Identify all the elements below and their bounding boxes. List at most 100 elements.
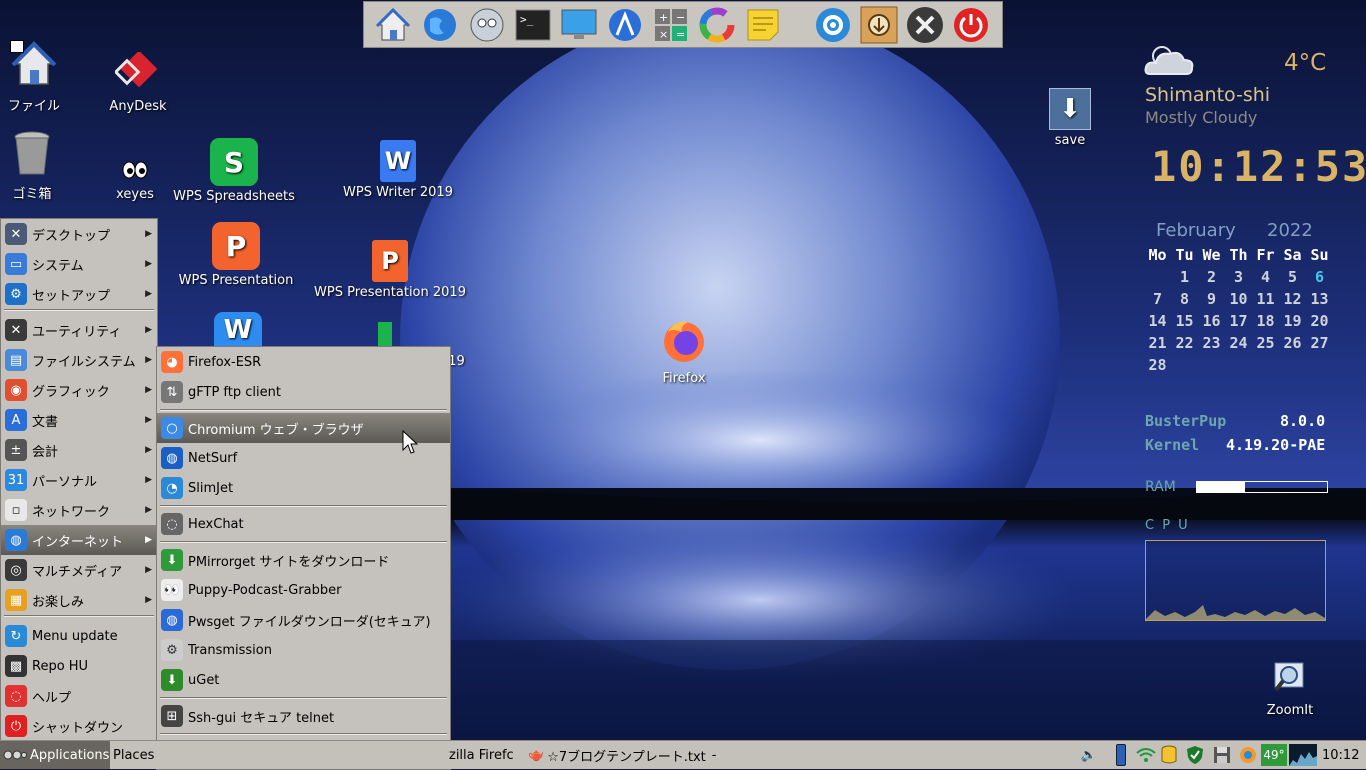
submenu-arrow-icon: ▶: [145, 595, 152, 605]
submenu-item-podcast-grabber[interactable]: 👀 Puppy-Podcast-Grabber: [157, 575, 450, 605]
tools-launcher-button[interactable]: [906, 6, 944, 44]
database-icon[interactable]: [1158, 744, 1180, 766]
taskbar-task-text-file[interactable]: 🫖 ☆7ブログテンプレート.txt -: [528, 744, 728, 766]
menu-item-games[interactable]: ▦ お楽しみ ▶: [1, 585, 157, 615]
corner-mini-icon: [10, 40, 24, 53]
home-launcher-button[interactable]: [374, 6, 412, 44]
hexchat-icon: ◌: [161, 513, 183, 535]
calendar-weekday: Mo: [1148, 246, 1167, 264]
color-icon[interactable]: [1237, 744, 1259, 766]
menu-item-desktop[interactable]: ✕ デスクトップ ▶: [1, 219, 157, 249]
menu-item-label: ユーティリティ: [32, 324, 122, 340]
menu-item-utilities[interactable]: ✕ ユーティリティ ▶: [1, 315, 157, 345]
svg-text:×: ×: [659, 28, 668, 41]
anydesk-icon: [113, 50, 158, 88]
calendar-day: [1144, 266, 1171, 288]
submenu-arrow-icon: ▶: [145, 415, 152, 425]
desktop-icon-label: ファイル: [7, 99, 60, 114]
terminal-launcher-button[interactable]: >_: [514, 6, 552, 44]
menu-item-label: HexChat: [188, 516, 244, 532]
calendar-day: 18: [1256, 312, 1275, 330]
taskbar-clock[interactable]: 10:12: [1322, 744, 1359, 766]
installer-icon: [860, 6, 898, 44]
menu-item-label: マルチメディア: [32, 564, 123, 580]
graphics-launcher-button[interactable]: [698, 6, 736, 44]
places-menu-button[interactable]: Places: [113, 744, 154, 766]
menu-item-help[interactable]: ◌ ヘルプ: [1, 681, 157, 711]
calculator-launcher-button[interactable]: + − × =: [652, 6, 690, 44]
desktop-icon-zoomit[interactable]: ZoomIt: [1260, 660, 1320, 718]
calendar-weekday: Fr: [1256, 246, 1275, 264]
notes-launcher-button[interactable]: [744, 6, 782, 44]
submenu-item-slimjet[interactable]: ◔ SlimJet: [157, 473, 450, 503]
svg-text:=: =: [676, 28, 685, 41]
menu-item-system[interactable]: ▭ システム ▶: [1, 249, 157, 279]
slimjet-icon: ◔: [161, 477, 183, 499]
menu-item-personal[interactable]: 31 パーソナル ▶: [1, 465, 157, 495]
installer-launcher-button[interactable]: [860, 6, 898, 44]
calendar-weekday: Th: [1229, 246, 1248, 264]
network-icon: ▫: [5, 499, 27, 521]
usb-drive-icon[interactable]: [1110, 744, 1132, 766]
download-arrow-icon: ⬇: [1049, 88, 1091, 130]
desktop-icon-label: xeyes: [116, 187, 154, 202]
submenu-item-ssh-gui[interactable]: ⊞ Ssh-gui セキュア telnet: [157, 701, 450, 731]
submenu-item-hexchat[interactable]: ◌ HexChat: [157, 509, 450, 539]
submenu-item-pmirrorget[interactable]: ⬇ PMirrorget サイトをダウンロード: [157, 545, 450, 575]
monitor-launcher-button[interactable]: [560, 6, 598, 44]
desktop-icon-xeyes[interactable]: xeyes: [110, 160, 160, 202]
submenu-item-gftp[interactable]: ⇅ gFTP ftp client: [157, 377, 450, 407]
menu-item-shutdown[interactable]: ⏻ シャットダウン: [1, 711, 157, 741]
submenu-item-uget[interactable]: ⬇ uGet: [157, 665, 450, 695]
volume-icon[interactable]: 🔈: [1078, 744, 1100, 766]
desktop-icon-anydesk[interactable]: AnyDesk: [105, 50, 171, 114]
menu-item-finance[interactable]: ± 会計 ▶: [1, 435, 157, 465]
desktop-icon-wps-spreadsheets[interactable]: S WPS Spreadsheets: [170, 138, 298, 204]
ram-label: RAM: [1145, 479, 1176, 495]
calendar-month: February: [1156, 220, 1236, 241]
menu-item-label: ネットワーク: [32, 504, 111, 520]
desktop-icon-trash[interactable]: ゴミ箱: [4, 130, 60, 202]
cpu-temperature: 49°: [1261, 744, 1287, 766]
games-icon: ▦: [5, 589, 27, 611]
terminal-icon: >_: [515, 9, 551, 41]
submenu-item-transmission[interactable]: ⚙ Transmission: [157, 635, 450, 665]
power-launcher-button[interactable]: [952, 6, 990, 44]
home-icon: [375, 7, 411, 41]
uget-icon: ⬇: [161, 669, 183, 691]
menu-item-setup[interactable]: ⚙ セットアップ ▶: [1, 279, 157, 309]
submenu-item-pwsget[interactable]: ◍ Pwsget ファイルダウンローダ(セキュア): [157, 605, 450, 635]
desktop-icon-wps-presentation-2019[interactable]: P WPS Presentation 2019: [312, 240, 468, 300]
menu-item-graphics[interactable]: ◉ グラフィック ▶: [1, 375, 157, 405]
browser-launcher-button[interactable]: [421, 6, 459, 44]
menu-item-multimedia[interactable]: ◎ マルチメディア ▶: [1, 555, 157, 585]
menu-item-repo-hu[interactable]: ▩ Repo HU: [1, 651, 157, 681]
taskbar-task-firefox[interactable]: zilla Firefc: [449, 744, 527, 766]
wifi-icon[interactable]: [1135, 744, 1157, 766]
submenu-item-firefox-esr[interactable]: ◕ Firefox-ESR: [157, 347, 450, 377]
menu-item-label: 文書: [32, 414, 59, 430]
desktop-icon-label: ゴミ箱: [12, 187, 52, 202]
desktop-icon-wps-writer[interactable]: W WPS Writer 2019: [338, 140, 458, 200]
menu-item-label: セットアップ: [32, 288, 111, 304]
desktop-icon-wps-presentation[interactable]: P WPS Presentation: [172, 222, 300, 288]
menu-item-internet[interactable]: ◍ インターネット ▶: [1, 525, 157, 555]
shield-icon[interactable]: [1184, 744, 1206, 766]
menu-item-menu-update[interactable]: ↻ Menu update: [1, 621, 157, 651]
settings-launcher-button[interactable]: [814, 6, 852, 44]
menu-item-label: Transmission: [188, 642, 272, 658]
menu-item-label: Ssh-gui セキュア telnet: [188, 710, 335, 726]
menu-item-network[interactable]: ▫ ネットワーク ▶: [1, 495, 157, 525]
cpu-monitor-icon: [1289, 744, 1317, 766]
menu-item-label: PMirrorget サイトをダウンロード: [188, 554, 390, 570]
menu-item-filesystem[interactable]: ▤ ファイルシステム ▶: [1, 345, 157, 375]
chat-launcher-button[interactable]: [468, 6, 506, 44]
menu-item-document[interactable]: A 文書 ▶: [1, 405, 157, 435]
applications-menu-button[interactable]: Applications: [0, 741, 110, 769]
editor-launcher-button[interactable]: [606, 6, 644, 44]
power-icon: [954, 8, 988, 42]
save-disk-icon[interactable]: [1211, 744, 1233, 766]
desktop-icon-save[interactable]: ⬇ save: [1044, 88, 1096, 148]
calendar-weekday: Tu: [1175, 246, 1194, 264]
desktop-icon-firefox[interactable]: Firefox: [654, 316, 714, 386]
